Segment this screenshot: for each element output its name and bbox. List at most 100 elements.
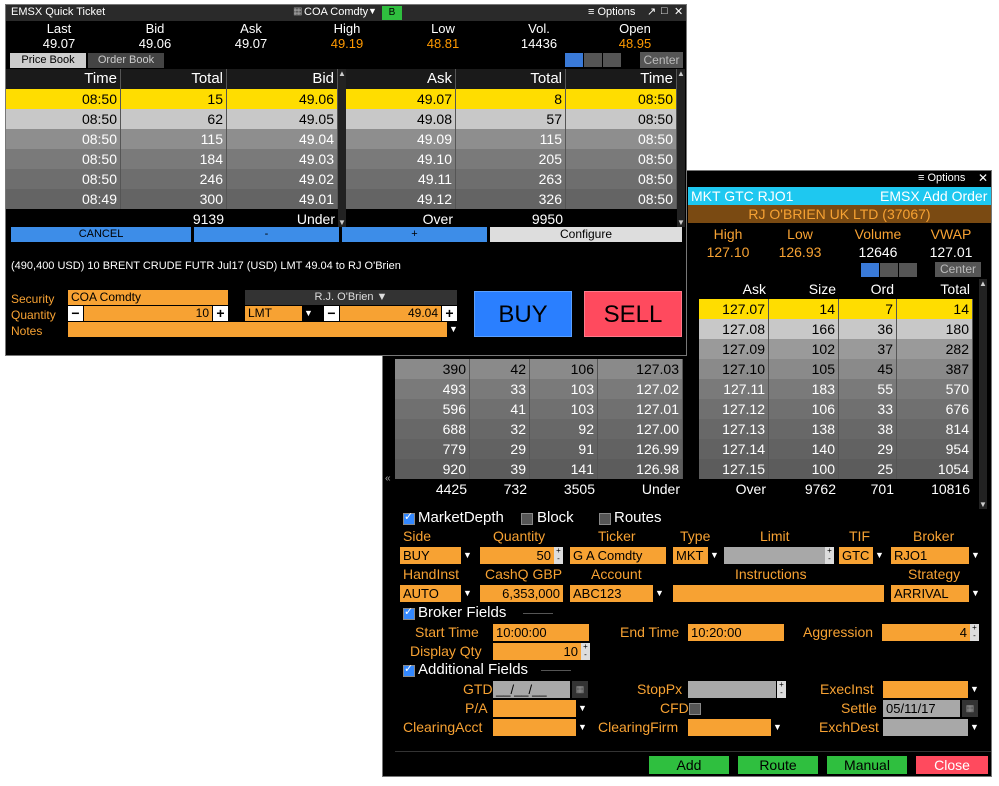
- chevron-down-icon[interactable]: ▼: [653, 585, 666, 602]
- ask-row-cell[interactable]: 127.12: [699, 399, 769, 419]
- bid-row-cell[interactable]: 106: [530, 359, 598, 379]
- minus-icon[interactable]: −: [68, 306, 83, 321]
- ask-row-cell[interactable]: 08:50: [566, 169, 677, 189]
- maximize-icon[interactable]: □: [661, 5, 668, 17]
- manual-button[interactable]: Manual: [827, 756, 907, 774]
- bid-row-cell[interactable]: 126.99: [598, 439, 683, 459]
- cashq-field[interactable]: 6,353,000: [480, 585, 563, 602]
- bid-row-cell[interactable]: 779: [395, 439, 470, 459]
- bid-row-cell[interactable]: 300: [121, 189, 227, 209]
- bid-row-cell[interactable]: 39: [470, 459, 530, 479]
- ask-row-cell[interactable]: 127.15: [699, 459, 769, 479]
- ask-row-cell[interactable]: 127.10: [699, 359, 769, 379]
- depth-scrollbar[interactable]: ▲ ▼: [979, 279, 987, 509]
- chevron-down-icon[interactable]: ▼: [873, 547, 886, 564]
- bid-row-cell[interactable]: 596: [395, 399, 470, 419]
- view-toggle-1[interactable]: [861, 263, 879, 277]
- ask-row-cell[interactable]: 8: [456, 89, 566, 109]
- pa-select[interactable]: [493, 700, 576, 717]
- instructions-field[interactable]: [673, 585, 884, 602]
- view-toggle-2[interactable]: [880, 263, 898, 277]
- decrement-button[interactable]: -: [194, 227, 339, 242]
- ask-row-cell[interactable]: 282: [897, 339, 973, 359]
- ask-row-cell[interactable]: 127.11: [699, 379, 769, 399]
- ask-row-cell[interactable]: 115: [456, 129, 566, 149]
- chevron-down-icon[interactable]: ▼: [461, 585, 474, 602]
- ask-row-cell[interactable]: 49.11: [346, 169, 456, 189]
- chevron-down-icon[interactable]: ▼: [708, 547, 721, 564]
- bid-row-cell[interactable]: 127.02: [598, 379, 683, 399]
- stepper-icon[interactable]: + -: [554, 547, 563, 564]
- ask-row-cell[interactable]: 08:50: [566, 109, 677, 129]
- ask-row-cell[interactable]: 180: [897, 319, 973, 339]
- bid-scrollbar[interactable]: ▲ ▼: [338, 69, 346, 227]
- ask-row-cell[interactable]: 205: [456, 149, 566, 169]
- plus-icon[interactable]: +: [213, 306, 228, 321]
- ask-row-cell[interactable]: 45: [839, 359, 897, 379]
- ask-row-cell[interactable]: 08:50: [566, 129, 677, 149]
- bid-row-cell[interactable]: 62: [121, 109, 227, 129]
- ask-row-cell[interactable]: 49.09: [346, 129, 456, 149]
- side-select[interactable]: BUY: [400, 547, 462, 564]
- exch-dest-select[interactable]: [883, 719, 968, 736]
- bid-row-cell[interactable]: 126.98: [598, 459, 683, 479]
- add-button[interactable]: Add: [649, 756, 729, 774]
- bid-row-cell[interactable]: 103: [530, 379, 598, 399]
- ask-row-cell[interactable]: 49.12: [346, 189, 456, 209]
- chevron-down-icon[interactable]: ▼: [969, 585, 982, 602]
- bid-row-cell[interactable]: 390: [395, 359, 470, 379]
- ask-row-cell[interactable]: 105: [769, 359, 839, 379]
- ask-row-cell[interactable]: 08:50: [566, 149, 677, 169]
- bid-row-cell[interactable]: 42: [470, 359, 530, 379]
- ask-row-cell[interactable]: 106: [769, 399, 839, 419]
- buy-button[interactable]: BUY: [474, 291, 572, 337]
- ask-scrollbar[interactable]: ▲ ▼: [677, 69, 685, 227]
- options-menu[interactable]: ≡ Options: [588, 6, 635, 18]
- broker-fields-checkbox[interactable]: [403, 605, 415, 620]
- ask-row-cell[interactable]: 14: [769, 299, 839, 319]
- handinst-select[interactable]: AUTO: [400, 585, 462, 602]
- ask-row-cell[interactable]: 183: [769, 379, 839, 399]
- ask-row-cell[interactable]: 954: [897, 439, 973, 459]
- quantity-field[interactable]: 50: [480, 547, 554, 564]
- ask-row-cell[interactable]: 7: [839, 299, 897, 319]
- bid-row-cell[interactable]: 15: [121, 89, 227, 109]
- bid-row-cell[interactable]: 127.03: [598, 359, 683, 379]
- bid-row-cell[interactable]: 49.02: [227, 169, 338, 189]
- ask-row-cell[interactable]: 166: [769, 319, 839, 339]
- center-button[interactable]: Center: [935, 262, 981, 277]
- market-depth-checkbox[interactable]: [403, 510, 415, 525]
- ask-col-header[interactable]: Total: [456, 69, 566, 89]
- view-toggle-3[interactable]: [603, 53, 621, 67]
- ask-row-cell[interactable]: 55: [839, 379, 897, 399]
- bid-row-cell[interactable]: 141: [530, 459, 598, 479]
- bid-row-cell[interactable]: 103: [530, 399, 598, 419]
- ask-row-cell[interactable]: 08:50: [566, 189, 677, 209]
- ask-row-cell[interactable]: 08:50: [566, 89, 677, 109]
- close-icon[interactable]: ✕: [674, 5, 683, 18]
- account-select[interactable]: ABC123: [570, 585, 653, 602]
- ask-row-cell[interactable]: 326: [456, 189, 566, 209]
- cfd-checkbox[interactable]: [689, 703, 701, 715]
- ask-row-cell[interactable]: 100: [769, 459, 839, 479]
- chevron-down-icon[interactable]: ▼: [968, 681, 981, 698]
- type-select[interactable]: MKT: [673, 547, 708, 564]
- bid-row-cell[interactable]: 49.04: [227, 129, 338, 149]
- chevron-down-icon[interactable]: ▼: [447, 322, 460, 337]
- bid-row-cell[interactable]: 127.00: [598, 419, 683, 439]
- ask-row-cell[interactable]: 127.14: [699, 439, 769, 459]
- chevron-down-icon[interactable]: ▼: [461, 547, 474, 564]
- order-type-select[interactable]: LMT: [245, 306, 302, 321]
- bid-row-cell[interactable]: 493: [395, 379, 470, 399]
- ask-row-cell[interactable]: 127.07: [699, 299, 769, 319]
- ask-row-cell[interactable]: 127.09: [699, 339, 769, 359]
- stepper-icon[interactable]: + -: [581, 643, 590, 660]
- start-time-field[interactable]: 10:00:00: [493, 624, 589, 641]
- ask-row-cell[interactable]: 127.08: [699, 319, 769, 339]
- bid-row-cell[interactable]: 08:50: [6, 109, 121, 129]
- broker-select[interactable]: RJO1: [891, 547, 969, 564]
- options-menu[interactable]: ≡ Options: [918, 172, 965, 184]
- ask-row-cell[interactable]: 387: [897, 359, 973, 379]
- chevron-down-icon[interactable]: ▼: [969, 547, 982, 564]
- route-button[interactable]: Route: [738, 756, 818, 774]
